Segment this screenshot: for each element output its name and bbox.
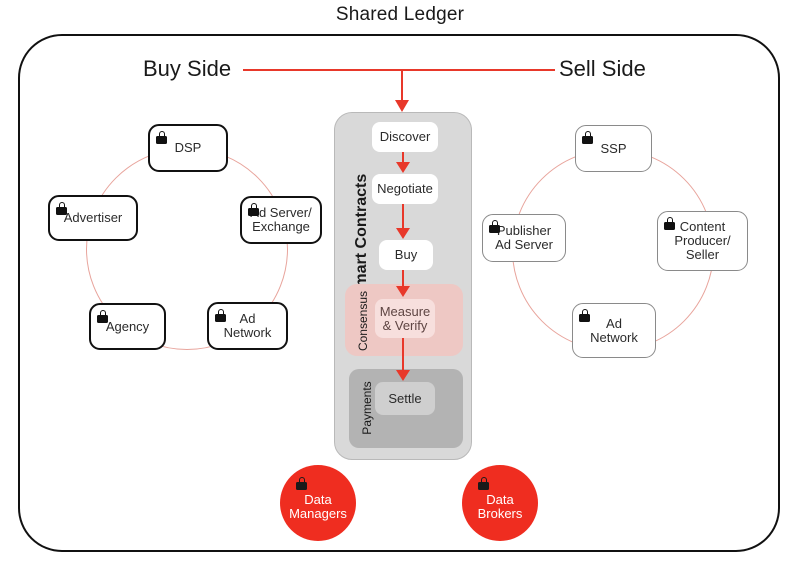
flow-arrow-head-icon	[396, 162, 410, 173]
node-ad-network-sell[interactable]: Ad Network	[572, 303, 656, 358]
lock-icon	[248, 203, 259, 216]
lock-icon	[579, 309, 590, 322]
buy-side-label: Buy Side	[143, 56, 232, 81]
step-discover[interactable]: Discover	[372, 122, 438, 152]
circle-data-brokers[interactable]: Data Brokers	[462, 465, 538, 541]
node-label: Ad Server/Exchange	[250, 205, 312, 234]
payments-label: Payments	[360, 381, 374, 435]
node-label: Advertiser	[63, 210, 123, 225]
lock-icon	[56, 202, 67, 215]
flow-arrow-stem	[402, 338, 404, 371]
consensus-label: Consensus	[356, 290, 370, 352]
node-label: Content Producer/Seller	[674, 219, 731, 262]
node-advertiser[interactable]: Advertiser	[48, 195, 138, 241]
node-label: Ad Network	[590, 315, 638, 345]
lock-icon	[478, 477, 489, 490]
node-content-producer-seller[interactable]: Content Producer/Seller	[657, 211, 748, 271]
buy-sell-arrow-head-icon	[395, 100, 409, 112]
step-measure-verify[interactable]: Measure & Verify	[375, 299, 435, 338]
buy-sell-connector-line	[243, 69, 555, 71]
node-label: Agency	[105, 318, 150, 334]
lock-icon	[97, 310, 108, 323]
circle-data-managers[interactable]: Data Managers	[280, 465, 356, 541]
node-label: SSP	[600, 140, 627, 156]
node-label: Publisher Ad Server	[495, 223, 553, 252]
page-title: Shared Ledger	[335, 4, 465, 25]
node-ad-server-exchange[interactable]: Ad Server/Exchange	[240, 196, 322, 244]
flow-arrow-stem	[402, 204, 404, 229]
circle-label: Data Brokers	[477, 492, 523, 521]
node-label: DSP	[174, 140, 202, 155]
lock-icon	[156, 131, 167, 144]
node-ad-network-buy[interactable]: Ad Network	[207, 302, 288, 350]
lock-icon	[582, 131, 593, 144]
lock-icon	[215, 309, 226, 322]
step-buy[interactable]: Buy	[379, 240, 433, 270]
flow-arrow-head-icon	[396, 228, 410, 239]
circle-label: Data Managers	[289, 492, 347, 521]
step-settle[interactable]: Settle	[375, 382, 435, 415]
node-agency[interactable]: Agency	[89, 303, 166, 350]
node-ssp[interactable]: SSP	[575, 125, 652, 172]
node-label: Ad Network	[223, 311, 272, 340]
flow-arrow-head-icon	[396, 370, 410, 381]
diagram-canvas: Shared Ledger Buy Side Sell Side DSP Adv…	[0, 0, 800, 566]
node-dsp[interactable]: DSP	[148, 124, 228, 172]
flow-arrow-stem	[402, 270, 404, 287]
sell-side-label: Sell Side	[559, 56, 646, 81]
node-publisher-ad-server[interactable]: Publisher Ad Server	[482, 214, 566, 262]
step-negotiate[interactable]: Negotiate	[372, 174, 438, 204]
lock-icon	[489, 220, 500, 233]
lock-icon	[664, 217, 675, 230]
lock-icon	[296, 477, 307, 490]
flow-arrow-head-icon	[396, 286, 410, 297]
buy-sell-arrow-stem	[401, 69, 403, 103]
